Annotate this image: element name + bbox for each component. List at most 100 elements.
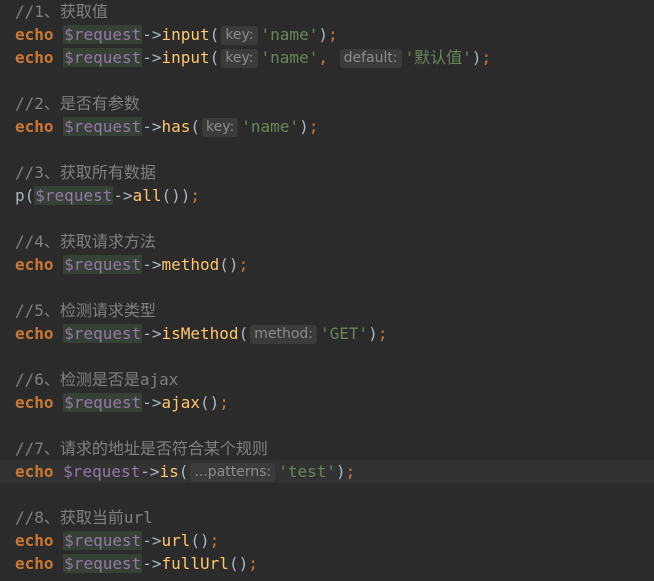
parameter-hint-method: method: [250,325,317,344]
code-line[interactable]: echo $request->input(key:'name', default… [0,46,654,69]
parameter-hint-key: key: [202,118,239,137]
code-line[interactable]: echo $request->has(key:'name'); [0,115,654,138]
code-line[interactable]: p($request->all()); [0,184,654,207]
arrow-operator: -> [113,186,133,205]
arrow-operator: -> [142,324,162,343]
comma: , [318,48,338,67]
function-name: fullUrl [161,554,229,573]
code-line-current[interactable]: echo $request->is(...patterns:'test'); [0,460,654,483]
function-call-p: p [15,186,25,205]
variable-request: $request [34,186,114,205]
keyword-echo: echo [15,324,54,343]
code-line[interactable]: echo $request->url(); [0,529,654,552]
semicolon: ; [219,393,229,412]
keyword-echo: echo [15,25,54,44]
arrow-operator: -> [142,25,162,44]
arrow-operator: -> [142,554,162,573]
code-line[interactable]: //3、获取所有数据 [0,161,654,184]
function-name: url [161,531,191,550]
code-line[interactable]: echo $request->ajax(); [0,391,654,414]
parameter-hint-key: key: [221,49,258,68]
code-comment: //7、请求的地址是否符合某个规则 [15,439,268,458]
parameter-hint-default: default: [339,49,402,68]
variable-request: $request [63,462,141,481]
variable-request: $request [63,25,143,44]
code-line[interactable]: echo $request->isMethod(method: 'GET'); [0,322,654,345]
string-literal: 'GET' [320,324,369,343]
paren: ) [368,324,378,343]
function-name: method [161,255,220,274]
function-name: is [159,462,179,481]
keyword-echo: echo [15,393,54,412]
function-name: isMethod [161,324,239,343]
code-line[interactable]: //8、获取当前url [0,506,654,529]
code-line[interactable]: //4、获取请求方法 [0,230,654,253]
function-name: all [132,186,162,205]
variable-request: $request [63,117,143,136]
keyword-echo: echo [15,462,54,481]
semicolon: ; [481,48,492,67]
code-comment: //1、获取值 [15,2,108,21]
paren: ) [299,117,309,136]
variable-request: $request [63,393,143,412]
arrow-operator: -> [142,393,162,412]
string-literal: 'name' [260,25,319,44]
paren: ( [190,117,201,136]
code-line[interactable]: //7、请求的地址是否符合某个规则 [0,437,654,460]
variable-request: $request [63,531,143,550]
code-comment: //8、获取当前url [15,508,153,527]
parameter-hint-patterns: ...patterns: [190,463,276,482]
code-line[interactable]: //1、获取值 [0,0,654,23]
variable-request: $request [63,255,143,274]
semicolon: ; [238,255,249,274]
code-editor[interactable]: //1、获取值 echo $request->input(key:'name')… [0,0,654,581]
function-name: input [161,48,210,67]
parameter-hint-key: key: [221,26,258,45]
variable-request: $request [63,554,143,573]
paren: () [190,531,210,550]
code-line[interactable]: //5、检测请求类型 [0,299,654,322]
paren: ) [471,48,482,67]
paren: ( [238,324,249,343]
keyword-echo: echo [15,531,54,550]
arrow-operator: -> [142,531,162,550]
code-comment: //5、检测请求类型 [15,301,156,320]
paren: () [200,393,220,412]
keyword-echo: echo [15,255,54,274]
arrow-operator: -> [142,117,162,136]
arrow-operator: -> [142,48,162,67]
paren: ( [209,25,220,44]
paren: ) [336,462,346,481]
paren: ) [318,25,328,44]
semicolon: ; [308,117,319,136]
function-name: has [161,117,191,136]
semicolon: ; [209,531,220,550]
keyword-echo: echo [15,48,54,67]
semicolon: ; [377,324,388,343]
code-comment: //2、是否有参数 [15,94,140,113]
keyword-echo: echo [15,554,54,573]
paren: () [228,554,249,573]
paren: ()) [161,186,191,205]
variable-request: $request [63,324,143,343]
code-line[interactable]: echo $request->input(key:'name'); [0,23,654,46]
paren: ( [178,462,189,481]
code-line[interactable]: echo $request->method(); [0,253,654,276]
code-line[interactable]: //2、是否有参数 [0,92,654,115]
keyword-echo: echo [15,117,54,136]
string-literal: 'test' [278,462,337,481]
string-literal: 'name' [241,117,300,136]
function-name: ajax [161,393,201,412]
semicolon: ; [190,186,201,205]
code-line[interactable]: //6、检测是否是ajax [0,368,654,391]
paren: ( [24,186,35,205]
semicolon: ; [345,462,356,481]
code-line[interactable]: echo $request->fullUrl(); [0,552,654,575]
semicolon: ; [327,25,338,44]
paren: ( [209,48,220,67]
arrow-operator: -> [140,462,160,481]
string-literal: 'name' [260,48,319,67]
code-comment: //6、检测是否是ajax [15,370,179,389]
code-comment: //4、获取请求方法 [15,232,156,251]
function-name: input [161,25,210,44]
